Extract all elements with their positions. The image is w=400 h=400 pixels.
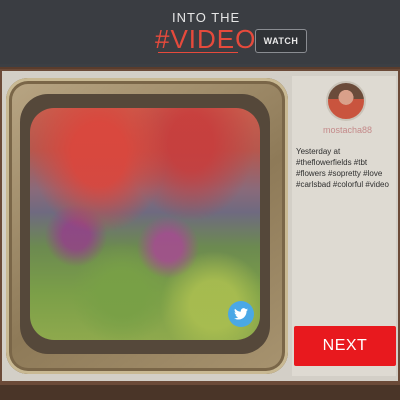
video-player[interactable] [30,108,260,340]
tv-base [0,385,400,400]
user-avatar[interactable] [326,81,366,121]
twitter-icon [234,308,248,320]
title-hashtag: #VIDEO [155,24,257,54]
title-underline [158,52,238,53]
twitter-share-button[interactable] [228,301,254,327]
watch-button[interactable]: WATCH [255,29,307,53]
post-caption: Yesterday at #theflowerfields #tbt #flow… [296,147,389,189]
header-bar: INTO THE #VIDEO WATCH [0,0,400,64]
next-button[interactable]: NEXT [294,326,396,366]
username-link[interactable]: mostacha88 [323,125,372,135]
title-line-1: INTO THE [172,10,241,25]
